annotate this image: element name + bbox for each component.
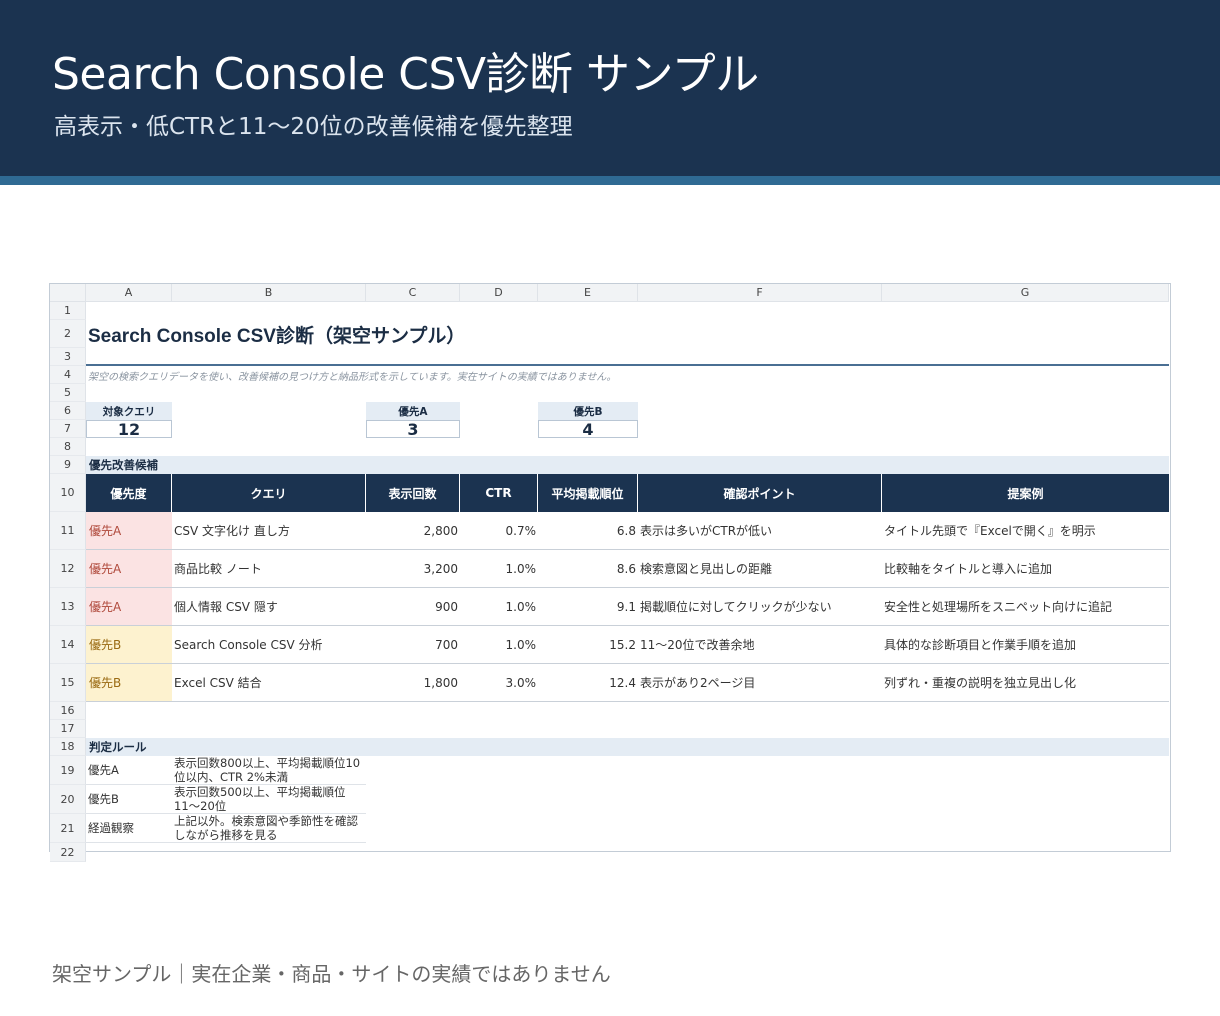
row-query[interactable]: 個人情報 CSV 隠す [172,588,366,626]
row-ctr[interactable]: 1.0% [460,626,538,664]
sheet-title[interactable]: Search Console CSV診断（架空サンプル） [86,320,1169,348]
row-impressions[interactable]: 700 [366,626,460,664]
section-rules[interactable]: 判定ルール [86,738,1169,756]
row-number[interactable]: 7 [50,420,86,438]
row-number[interactable]: 6 [50,402,86,420]
row-proposal[interactable]: 比較軸をタイトルと導入に追加 [882,550,1169,588]
column-header-d[interactable]: D [460,284,538,302]
row-number[interactable]: 5 [50,384,86,402]
header-banner: Search Console CSV診断 サンプル 高表示・低CTRと11〜20… [0,0,1220,176]
table-header-impressions[interactable]: 表示回数 [366,474,460,512]
column-header-e[interactable]: E [538,284,638,302]
rule-text[interactable]: 表示回数800以上、平均掲載順位10位以内、CTR 2%未満 [172,756,366,785]
row-number[interactable]: 21 [50,814,86,843]
row-number[interactable]: 9 [50,456,86,474]
row-check[interactable]: 表示は多いがCTRが低い [638,512,882,550]
row-number[interactable]: 16 [50,702,86,720]
row-priority[interactable]: 優先B [86,664,172,702]
row-priority[interactable]: 優先A [86,512,172,550]
row-impressions[interactable]: 900 [366,588,460,626]
kpi-label-priority-b[interactable]: 優先B [538,402,638,420]
rule-label[interactable]: 優先A [86,756,172,785]
row-position[interactable]: 15.2 [538,626,638,664]
row-query[interactable]: 商品比較 ノート [172,550,366,588]
kpi-value-priority-b[interactable]: 4 [538,420,638,438]
section-priority-candidates[interactable]: 優先改善候補 [86,456,1169,474]
row-ctr[interactable]: 1.0% [460,550,538,588]
row-priority[interactable]: 優先A [86,550,172,588]
rule-label[interactable]: 優先B [86,785,172,814]
row-number[interactable]: 15 [50,664,86,702]
row-check[interactable]: 検索意図と見出しの距離 [638,550,882,588]
table-header-query[interactable]: クエリ [172,474,366,512]
column-header-c[interactable]: C [366,284,460,302]
page-subtitle: 高表示・低CTRと11〜20位の改善候補を優先整理 [54,114,573,140]
spreadsheet: A B C D E F G 1 2 3 4 5 6 7 8 9 10 11 12… [49,283,1171,862]
row-position[interactable]: 12.4 [538,664,638,702]
row-proposal[interactable]: 具体的な診断項目と作業手順を追加 [882,626,1169,664]
column-header-a[interactable]: A [86,284,172,302]
row-ctr[interactable]: 3.0% [460,664,538,702]
table-header-priority[interactable]: 優先度 [86,474,172,512]
row-impressions[interactable]: 3,200 [366,550,460,588]
row-position[interactable]: 8.6 [538,550,638,588]
kpi-label-priority-a[interactable]: 優先A [366,402,460,420]
row-number[interactable]: 19 [50,756,86,785]
row-query[interactable]: Excel CSV 結合 [172,664,366,702]
row-number[interactable]: 13 [50,588,86,626]
row-query[interactable]: Search Console CSV 分析 [172,626,366,664]
rule-label[interactable]: 経過観察 [86,814,172,843]
row-impressions[interactable]: 1,800 [366,664,460,702]
row-proposal[interactable]: 安全性と処理場所をスニペット向けに追記 [882,588,1169,626]
row-number[interactable]: 20 [50,785,86,814]
column-header-g[interactable]: G [882,284,1169,302]
corner-cell[interactable] [50,284,86,302]
kpi-value-priority-a[interactable]: 3 [366,420,460,438]
page-title: Search Console CSV診断 サンプル [52,49,759,100]
row-number[interactable]: 12 [50,550,86,588]
row-priority[interactable]: 優先B [86,626,172,664]
table-header-proposal[interactable]: 提案例 [882,474,1169,512]
row-position[interactable]: 9.1 [538,588,638,626]
row-number[interactable]: 3 [50,348,86,366]
row-ctr[interactable]: 0.7% [460,512,538,550]
row-proposal[interactable]: タイトル先頭で『Excelで開く』を明示 [882,512,1169,550]
row-check[interactable]: 表示があり2ページ目 [638,664,882,702]
row-number[interactable]: 22 [50,843,86,862]
table-header-ctr[interactable]: CTR [460,474,538,512]
row-check[interactable]: 掲載順位に対してクリックが少ない [638,588,882,626]
sheet-note[interactable]: 架空の検索クエリデータを使い、改善候補の見つけ方と納品形式を示しています。実在サ… [86,366,1169,384]
row-number[interactable]: 8 [50,438,86,456]
row-impressions[interactable]: 2,800 [366,512,460,550]
footer-disclaimer: 架空サンプル｜実在企業・商品・サイトの実績ではありません [52,962,611,986]
header-accent-stripe [0,176,1220,185]
kpi-label-target-queries[interactable]: 対象クエリ [86,402,172,420]
kpi-value-target-queries[interactable]: 12 [86,420,172,438]
row-number[interactable]: 1 [50,302,86,320]
row-number[interactable]: 18 [50,738,86,756]
row-number[interactable]: 14 [50,626,86,664]
spreadsheet-grid: A B C D E F G 1 2 3 4 5 6 7 8 9 10 11 12… [50,284,1170,862]
rule-text[interactable]: 上記以外。検索意図や季節性を確認しながら推移を見る [172,814,366,843]
row-ctr[interactable]: 1.0% [460,588,538,626]
row-priority[interactable]: 優先A [86,588,172,626]
rule-text[interactable]: 表示回数500以上、平均掲載順位11〜20位 [172,785,366,814]
row-number[interactable]: 11 [50,512,86,550]
title-divider [86,348,1169,366]
column-header-f[interactable]: F [638,284,882,302]
row-number[interactable]: 2 [50,320,86,348]
table-header-check[interactable]: 確認ポイント [638,474,882,512]
row-number[interactable]: 17 [50,720,86,738]
table-header-position[interactable]: 平均掲載順位 [538,474,638,512]
column-header-b[interactable]: B [172,284,366,302]
row-proposal[interactable]: 列ずれ・重複の説明を独立見出し化 [882,664,1169,702]
row-number[interactable]: 10 [50,474,86,512]
row-position[interactable]: 6.8 [538,512,638,550]
row-query[interactable]: CSV 文字化け 直し方 [172,512,366,550]
row-number[interactable]: 4 [50,366,86,384]
row-check[interactable]: 11〜20位で改善余地 [638,626,882,664]
